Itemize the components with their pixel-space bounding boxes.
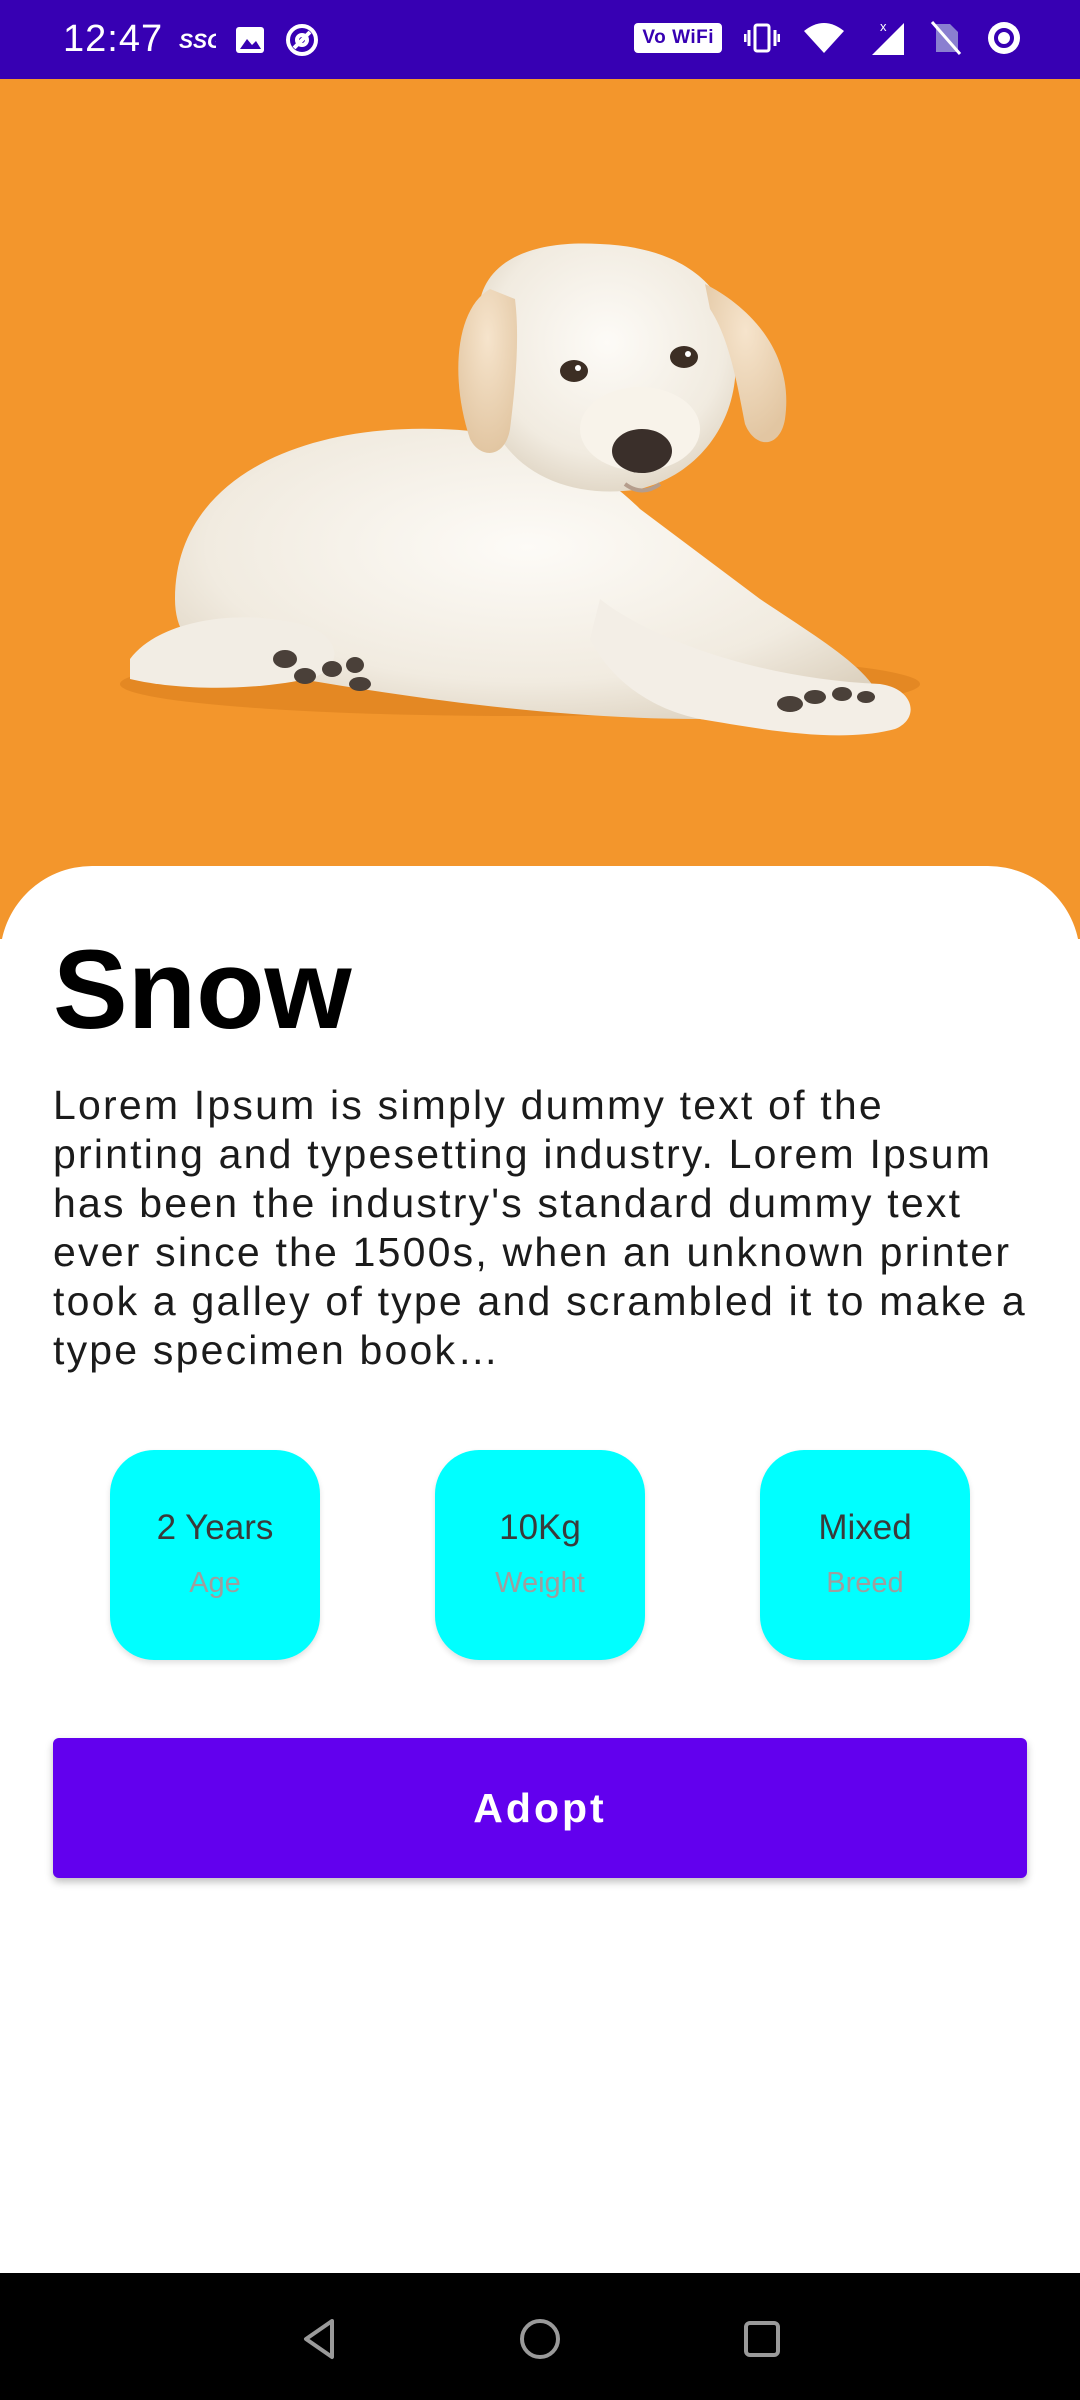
stat-label: Age [189, 1567, 241, 1599]
adopt-button[interactable]: Adopt [53, 1738, 1027, 1878]
at-sign-icon [284, 22, 320, 58]
stat-card-age: 2 Years Age [110, 1450, 320, 1660]
stat-value: 2 Years [156, 1508, 274, 1547]
stat-card-breed: Mixed Breed [760, 1450, 970, 1660]
recents-icon [744, 2321, 780, 2357]
svg-text:SSG: SSG [179, 30, 216, 53]
ssg-icon: SSG [178, 25, 216, 55]
stat-value: Mixed [818, 1508, 912, 1547]
status-time: 12:47 [63, 18, 164, 60]
recents-button[interactable] [722, 2299, 802, 2379]
pet-stats: 2 Years Age 10Kg Weight Mixed Breed [0, 1450, 1080, 1660]
signal-icon: x [868, 19, 908, 57]
status-right-icons: Vo WiFi x [634, 18, 1024, 58]
status-bar: 12:47 SSG Vo WiFi x [0, 0, 1080, 79]
back-icon [304, 2319, 334, 2359]
stat-card-weight: 10Kg Weight [435, 1450, 645, 1660]
stat-label: Breed [826, 1567, 904, 1599]
hero-banner [0, 79, 1080, 939]
image-icon [234, 24, 266, 56]
vowifi-badge: Vo WiFi [634, 23, 722, 53]
puppy-image [120, 243, 920, 736]
stat-value: 10Kg [499, 1508, 581, 1547]
home-icon [520, 2319, 560, 2359]
pet-details-card: Snow Lorem Ipsum is simply dummy text of… [0, 866, 1080, 2273]
no-sim-icon [930, 20, 962, 56]
home-button[interactable] [500, 2299, 580, 2379]
ring-icon [984, 18, 1024, 58]
wifi-icon [802, 21, 846, 55]
back-button[interactable] [280, 2299, 360, 2379]
vibrate-icon [744, 20, 780, 56]
status-left-icons: SSG [178, 22, 320, 58]
pet-name: Snow [53, 927, 352, 1052]
svg-text:x: x [880, 19, 887, 34]
pet-description: Lorem Ipsum is simply dummy text of the … [53, 1082, 1027, 1373]
stat-label: Weight [495, 1567, 585, 1599]
navigation-bar [0, 2273, 1080, 2400]
